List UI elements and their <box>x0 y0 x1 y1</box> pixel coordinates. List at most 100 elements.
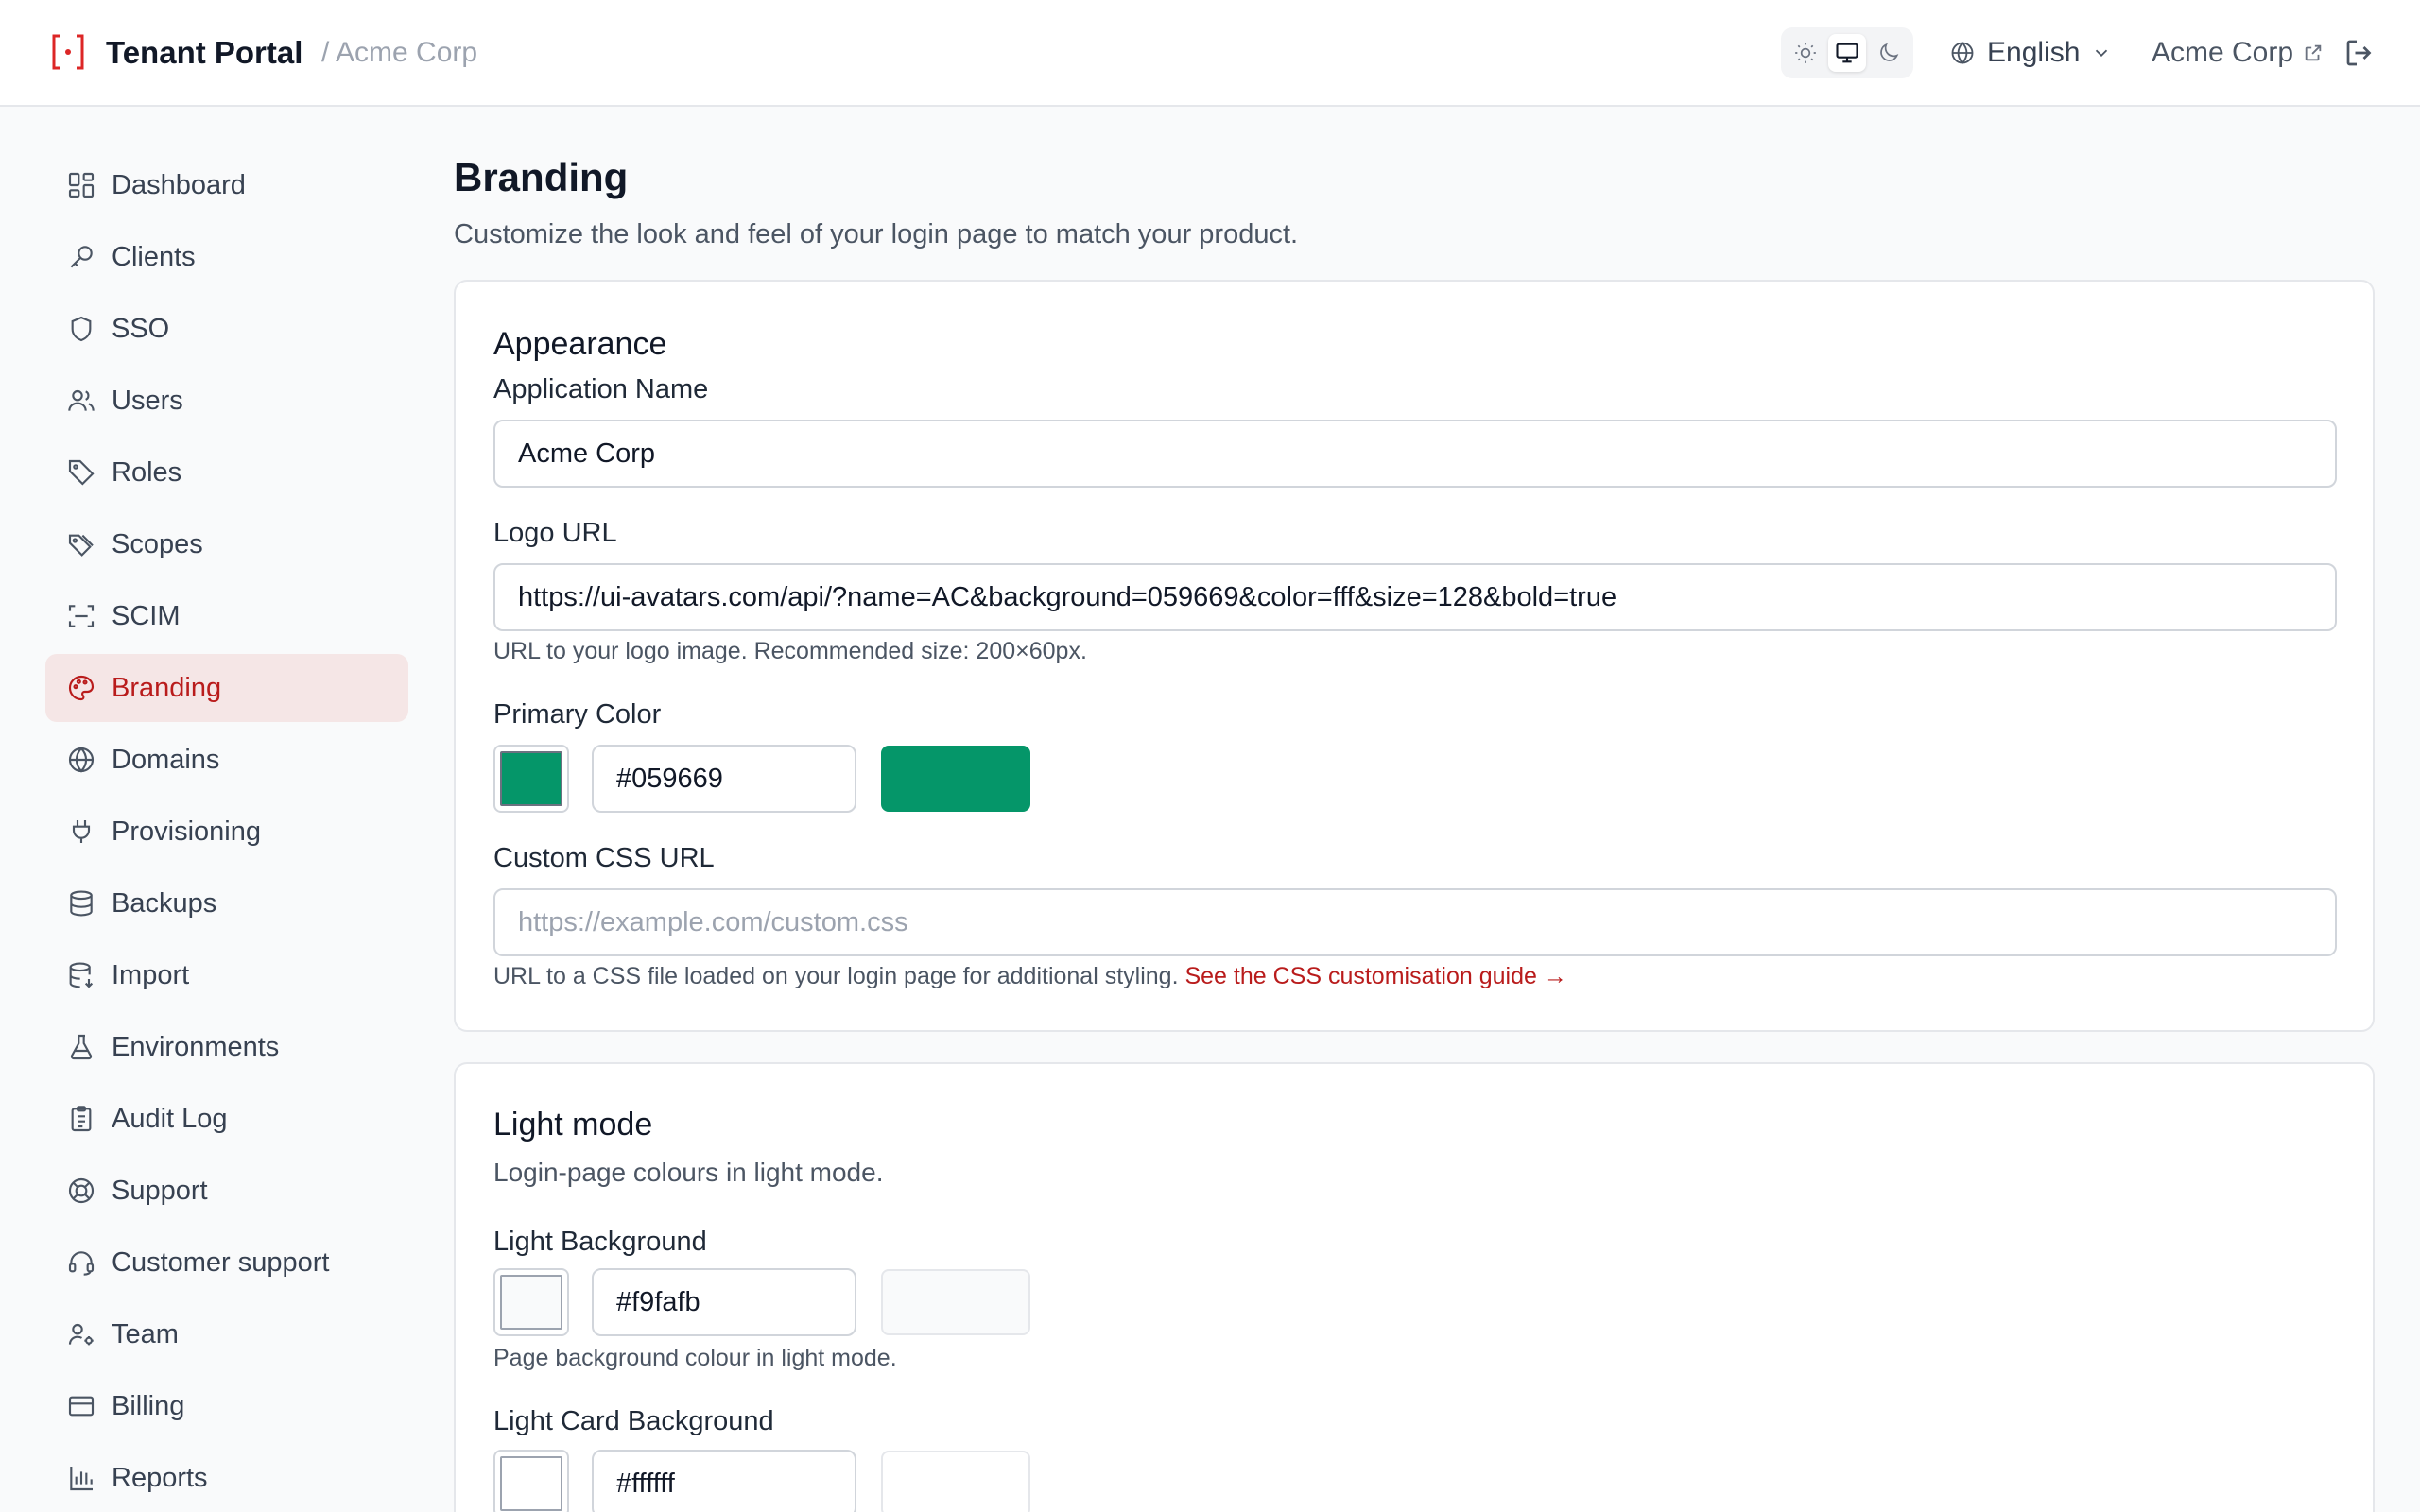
tag-icon <box>68 459 95 486</box>
sidebar-item-support[interactable]: Support <box>45 1157 408 1225</box>
primary-color-label: Primary Color <box>493 699 662 730</box>
sidebar-item-label: Reports <box>112 1462 208 1493</box>
sidebar-item-reports[interactable]: Reports <box>45 1444 408 1512</box>
sidebar-item-import[interactable]: Import <box>45 941 408 1009</box>
sidebar-item-label: Import <box>112 959 190 990</box>
lifebuoy-icon <box>68 1177 95 1204</box>
chevron-down-icon <box>2096 49 2108 58</box>
sidebar-item-audit-log[interactable]: Audit Log <box>45 1085 408 1153</box>
light-theme-button[interactable] <box>1787 34 1824 72</box>
logo-url-hint: URL to your logo image. Recommended size… <box>493 638 1087 664</box>
globe-icon <box>68 747 95 773</box>
sidebar-item-label: Users <box>112 385 183 416</box>
logout-icon[interactable] <box>2342 36 2377 70</box>
sidebar-item-label: Billing <box>112 1390 185 1421</box>
sidebar-item-label: Provisioning <box>112 816 261 847</box>
appearance-title: Appearance <box>493 326 667 362</box>
bar-chart-icon <box>70 1467 93 1491</box>
app-name-input[interactable] <box>493 420 2337 488</box>
sidebar-item-provisioning[interactable]: Provisioning <box>45 798 408 866</box>
shield-icon <box>71 316 92 342</box>
tags-icon <box>68 534 94 557</box>
sidebar-item-scopes[interactable]: Scopes <box>45 510 408 578</box>
logo-url-input[interactable] <box>493 563 2337 631</box>
headset-icon <box>68 1251 95 1276</box>
language-selector[interactable]: English <box>1949 32 2112 74</box>
sidebar-item-backups[interactable]: Backups <box>45 869 408 937</box>
page-header: Branding Customize the look and feel of … <box>454 151 2375 253</box>
sidebar-item-environments[interactable]: Environments <box>45 1013 408 1081</box>
page-subtitle: Customize the look and feel of your logi… <box>454 219 1299 249</box>
brand-logo-icon[interactable] <box>51 33 85 71</box>
system-theme-button[interactable] <box>1828 34 1866 72</box>
logo-url-label: Logo URL <box>493 518 617 548</box>
flask-icon <box>70 1034 93 1060</box>
sidebar-item-team[interactable]: Team <box>45 1300 408 1368</box>
sidebar-item-label: Branding <box>112 672 222 703</box>
sidebar-item-label: SCIM <box>112 600 181 631</box>
clipboard-icon <box>71 1106 92 1132</box>
app-title[interactable]: Tenant Portal <box>106 32 302 74</box>
plug-icon <box>72 820 91 843</box>
database-import-icon <box>69 962 94 988</box>
light-background-label: Light Background <box>493 1227 707 1257</box>
light-card-background-label: Light Card Background <box>493 1406 774 1436</box>
sidebar-item-label: SSO <box>112 313 170 344</box>
sidebar-item-sso[interactable]: SSO <box>45 295 408 363</box>
custom-css-input[interactable] <box>493 888 2337 956</box>
user-cog-icon <box>68 1323 94 1346</box>
appearance-card: Appearance Application Name Logo URL URL… <box>454 280 2375 1032</box>
primary-color-preview <box>881 746 1030 812</box>
top-bar: Tenant Portal / Acme Corp English Acme C… <box>0 0 2420 107</box>
sidebar-item-domains[interactable]: Domains <box>45 726 408 794</box>
sidebar-item-billing[interactable]: Billing <box>45 1372 408 1440</box>
sidebar-item-label: Support <box>112 1175 208 1206</box>
light-background-swatch <box>500 1275 562 1330</box>
sidebar-item-dashboard[interactable]: Dashboard <box>45 151 408 219</box>
custom-css-hint-text: URL to a CSS file loaded on your login p… <box>493 963 1179 989</box>
sidebar-item-scim[interactable]: SCIM <box>45 582 408 650</box>
sidebar-item-users[interactable]: Users <box>45 367 408 435</box>
sidebar-item-label: Dashboard <box>112 169 246 200</box>
sidebar-item-roles[interactable]: Roles <box>45 438 408 507</box>
globe-icon <box>1951 42 1974 64</box>
sidebar-item-customer-support[interactable]: Customer support <box>45 1228 408 1297</box>
sidebar-item-clients[interactable]: Clients <box>45 223 408 291</box>
sun-icon <box>1795 43 1816 63</box>
tenant-link-label: Acme Corp <box>2152 37 2294 68</box>
light-background-preview <box>881 1269 1030 1335</box>
moon-icon <box>1880 43 1899 61</box>
sidebar-item-label: Scopes <box>112 528 203 559</box>
primary-color-hex-input[interactable] <box>592 745 856 813</box>
css-guide-link[interactable]: See the CSS customisation guide → <box>1184 963 1566 989</box>
primary-color-picker[interactable] <box>493 745 569 813</box>
key-icon <box>70 246 93 268</box>
external-link-icon <box>2305 44 2322 61</box>
light-card-background-hex-input[interactable] <box>592 1450 856 1512</box>
sidebar-item-label: Backups <box>112 887 217 919</box>
light-mode-title: Light mode <box>493 1107 653 1143</box>
tenant-external-link[interactable]: Acme Corp <box>2152 32 2324 74</box>
sidebar-item-branding[interactable]: Branding <box>45 654 408 722</box>
palette-icon <box>68 675 95 701</box>
sidebar-item-label: Clients <box>112 241 196 272</box>
sidebar-item-label: Team <box>112 1318 179 1349</box>
scan-icon <box>68 605 95 627</box>
primary-color-swatch <box>500 751 562 806</box>
light-background-picker[interactable] <box>493 1268 569 1336</box>
dark-theme-button[interactable] <box>1870 34 1908 72</box>
database-icon <box>70 890 93 917</box>
credit-card-icon <box>68 1396 95 1417</box>
light-background-hex-input[interactable] <box>592 1268 856 1336</box>
users-icon <box>68 389 95 411</box>
sidebar-item-label: Customer support <box>112 1246 330 1278</box>
light-card-background-picker[interactable] <box>493 1450 569 1512</box>
sidebar-item-label: Domains <box>112 744 220 775</box>
sidebar-item-label: Audit Log <box>112 1103 228 1134</box>
page-title: Branding <box>454 155 629 199</box>
light-mode-card: Light mode Login-page colours in light m… <box>454 1062 2375 1512</box>
light-card-background-swatch <box>500 1456 562 1511</box>
custom-css-label: Custom CSS URL <box>493 843 715 873</box>
sidebar-item-label: Environments <box>112 1031 280 1062</box>
sidebar-nav: Dashboard Clients SSO Users Roles Scopes… <box>45 151 408 1512</box>
